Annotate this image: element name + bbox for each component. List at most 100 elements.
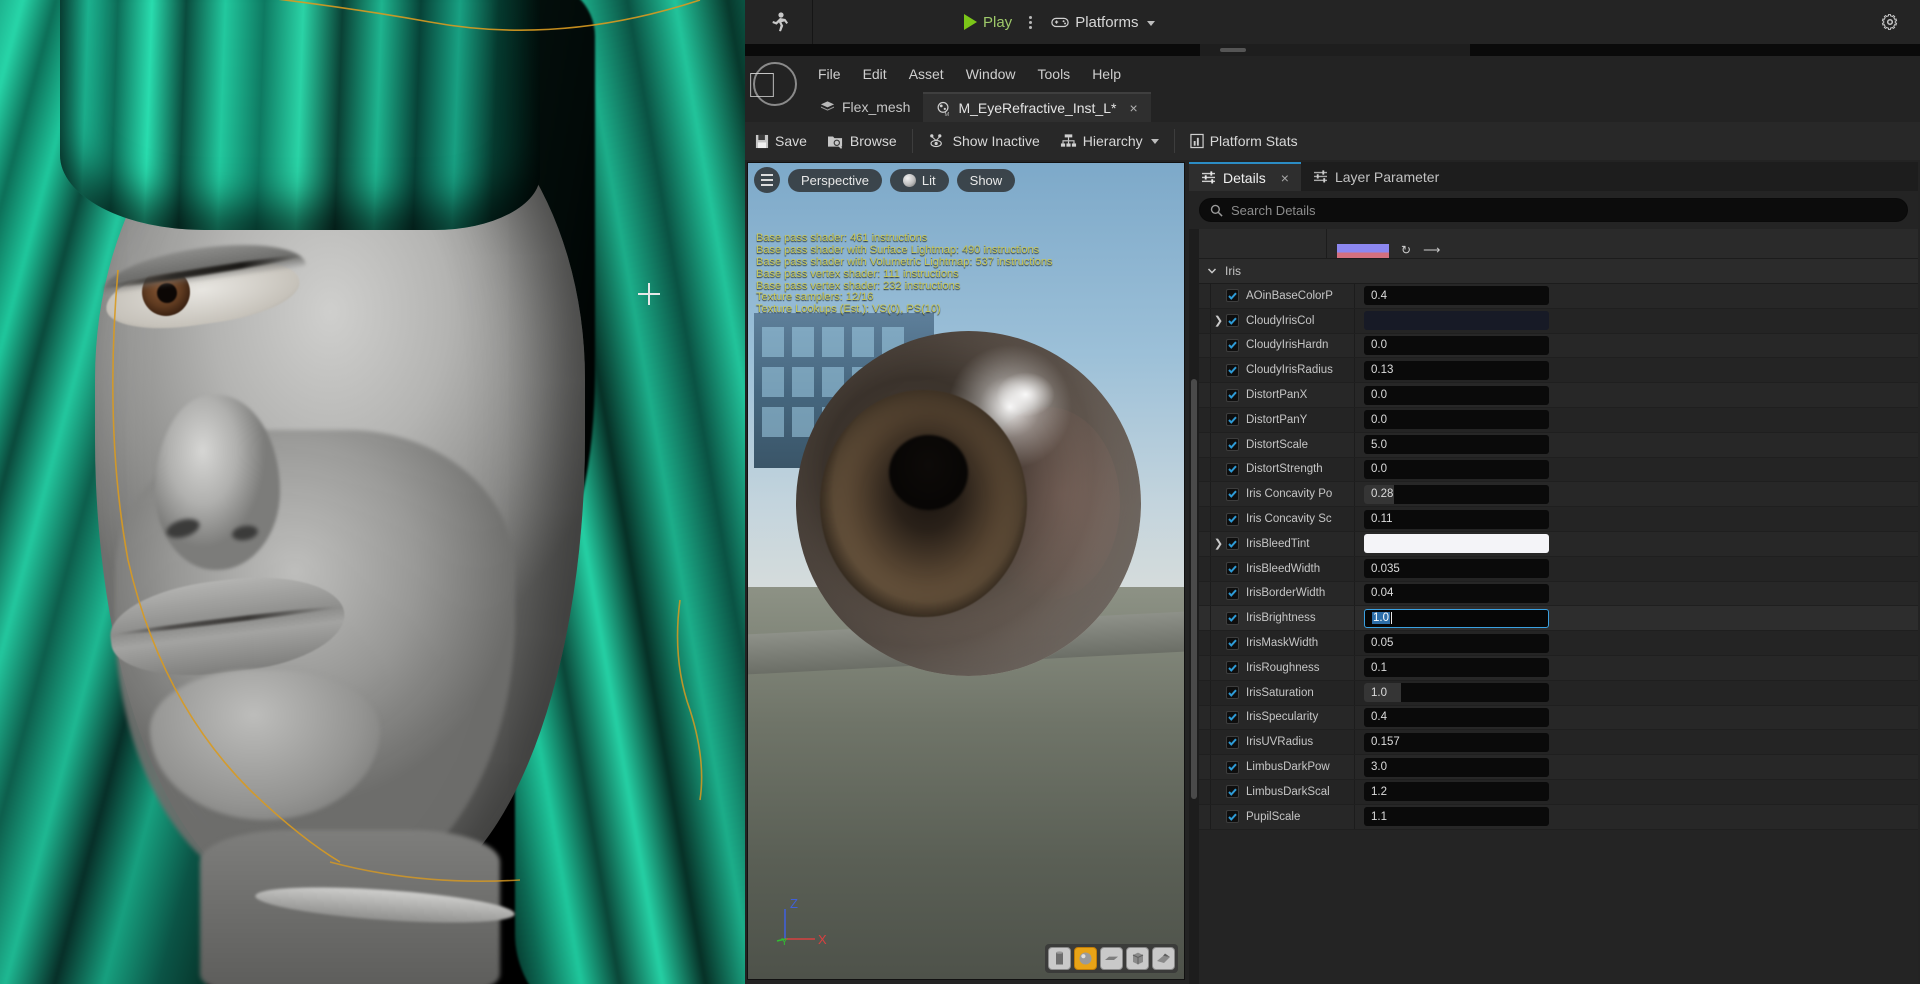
platforms-button[interactable]: Platforms (1043, 11, 1162, 34)
property-checkbox[interactable] (1226, 438, 1239, 451)
tab-details[interactable]: Details × (1189, 162, 1301, 191)
material-preview-viewport[interactable]: Perspective Lit Show Base pass shader: 4… (747, 162, 1185, 980)
property-value-input[interactable]: 0.0 (1364, 410, 1549, 429)
property-checkbox[interactable] (1226, 562, 1239, 575)
property-row-distortscale[interactable]: DistortScale 5.0 (1199, 433, 1918, 458)
property-row-distortstrength[interactable]: DistortStrength 0.0 (1199, 458, 1918, 483)
property-row-irisbrightness[interactable]: IrisBrightness 1.0 (1199, 606, 1918, 631)
property-value-input[interactable]: 0.0 (1364, 460, 1549, 479)
clipped-color-swatch[interactable] (1337, 244, 1389, 258)
property-value-input[interactable]: 0.04 (1364, 584, 1549, 603)
property-checkbox[interactable] (1226, 711, 1239, 724)
reset-arrow-icon[interactable]: ↻ (1401, 243, 1411, 257)
property-value-input[interactable]: 0.4 (1364, 708, 1549, 727)
play-options-kebab-button[interactable] (1022, 16, 1039, 29)
tab-flex-mesh[interactable]: Flex_mesh (807, 92, 923, 122)
property-row-distortpany[interactable]: DistortPanY 0.0 (1199, 408, 1918, 433)
search-details-input[interactable]: Search Details (1199, 198, 1908, 222)
details-scrollbar-thumb[interactable] (1191, 379, 1197, 799)
property-color-swatch[interactable] (1364, 311, 1549, 330)
character-render-viewport[interactable] (0, 0, 745, 984)
property-value-input[interactable]: 0.28 (1364, 485, 1549, 504)
property-checkbox[interactable] (1226, 488, 1239, 501)
expand-arrow-icon[interactable]: ❯ (1211, 537, 1226, 550)
menu-item-help[interactable]: Help (1081, 62, 1132, 86)
property-value-input-focused[interactable]: 1.0 (1364, 609, 1549, 628)
property-row-limbusdarkpow[interactable]: LimbusDarkPow 3.0 (1199, 755, 1918, 780)
property-row-irismaskwidth[interactable]: IrisMaskWidth 0.05 (1199, 631, 1918, 656)
property-row-irisbleedwidth[interactable]: IrisBleedWidth 0.035 (1199, 557, 1918, 582)
property-value-input[interactable]: 0.0 (1364, 386, 1549, 405)
property-value-input[interactable]: 0.11 (1364, 510, 1549, 529)
property-row-distortpanx[interactable]: DistortPanX 0.0 (1199, 383, 1918, 408)
property-color-swatch[interactable] (1364, 534, 1549, 553)
property-row-irisbleedtint[interactable]: ❯ IrisBleedTint (1199, 532, 1918, 557)
property-row-irisuvradius[interactable]: IrisUVRadius 0.157 (1199, 730, 1918, 755)
property-checkbox[interactable] (1226, 587, 1239, 600)
property-value-input[interactable]: 1.0 (1364, 683, 1549, 702)
property-row-irisspecularity[interactable]: IrisSpecularity 0.4 (1199, 706, 1918, 731)
property-row-irissaturation[interactable]: IrisSaturation 1.0 (1199, 681, 1918, 706)
property-checkbox[interactable] (1226, 761, 1239, 774)
property-value-input[interactable]: 1.2 (1364, 782, 1549, 801)
eyeball-preview-mesh[interactable] (796, 331, 1141, 676)
custom-mesh-preview-button[interactable] (1152, 947, 1175, 970)
browse-button[interactable]: Browse (817, 129, 907, 153)
property-checkbox[interactable] (1226, 785, 1239, 798)
menu-item-window[interactable]: Window (955, 62, 1027, 86)
details-scrollbar[interactable] (1189, 229, 1199, 984)
property-checkbox[interactable] (1226, 389, 1239, 402)
cube-preview-button[interactable] (1126, 947, 1149, 970)
tab-material-instance[interactable]: M M_EyeRefractive_Inst_L* × (923, 92, 1150, 122)
property-checkbox[interactable] (1226, 339, 1239, 352)
window-drag-strip[interactable] (745, 44, 1920, 56)
property-row-aoinbasecolorp[interactable]: AOinBaseColorP 0.4 (1199, 284, 1918, 309)
property-value-input[interactable]: 5.0 (1364, 435, 1549, 454)
menu-item-file[interactable]: File (807, 62, 852, 86)
property-value-input[interactable]: 0.0 (1364, 336, 1549, 355)
property-value-input[interactable]: 0.13 (1364, 361, 1549, 380)
property-checkbox[interactable] (1226, 736, 1239, 749)
property-value-input[interactable]: 0.05 (1364, 634, 1549, 653)
property-checkbox[interactable] (1226, 537, 1239, 550)
property-row-irisborderwidth[interactable]: IrisBorderWidth 0.04 (1199, 582, 1918, 607)
property-value-input[interactable]: 0.035 (1364, 559, 1549, 578)
property-value-input[interactable]: 0.157 (1364, 733, 1549, 752)
details-property-list[interactable]: ↻ ⟶ Iris (1189, 229, 1918, 984)
viewport-show-button[interactable]: Show (957, 169, 1016, 192)
property-checkbox[interactable] (1226, 413, 1239, 426)
property-row-cloudyiriscol[interactable]: ❯ CloudyIrisCol (1199, 309, 1918, 334)
property-row-limbusdarkscal[interactable]: LimbusDarkScal 1.2 (1199, 780, 1918, 805)
property-row-iris-concavity-scale[interactable]: Iris Concavity Sc 0.11 (1199, 507, 1918, 532)
property-checkbox[interactable] (1226, 612, 1239, 625)
menu-item-asset[interactable]: Asset (898, 62, 955, 86)
property-value-input[interactable]: 1.1 (1364, 807, 1549, 826)
property-row-cloudyirisradius[interactable]: CloudyIrisRadius 0.13 (1199, 358, 1918, 383)
eyedropper-icon[interactable]: ⟶ (1423, 243, 1440, 257)
property-checkbox[interactable] (1226, 463, 1239, 476)
category-row-iris[interactable]: Iris (1199, 259, 1918, 284)
plane-preview-button[interactable] (1100, 947, 1123, 970)
property-checkbox[interactable] (1226, 637, 1239, 650)
property-value-input[interactable]: 0.4 (1364, 286, 1549, 305)
property-row-irisroughness[interactable]: IrisRoughness 0.1 (1199, 656, 1918, 681)
sphere-preview-button[interactable] (1074, 947, 1097, 970)
property-checkbox[interactable] (1226, 686, 1239, 699)
viewport-perspective-button[interactable]: Perspective (788, 169, 882, 192)
tab-close-icon[interactable]: × (1129, 100, 1137, 116)
property-value-input[interactable]: 3.0 (1364, 758, 1549, 777)
tab-layer-parameter[interactable]: Layer Parameter (1301, 162, 1451, 191)
play-button[interactable]: Play (958, 11, 1018, 34)
settings-cell[interactable] (1860, 13, 1920, 31)
expand-arrow-icon[interactable]: ❯ (1211, 314, 1226, 327)
viewport-menu-button[interactable] (754, 167, 780, 193)
property-row-iris-concavity-power[interactable]: Iris Concavity Po 0.28 (1199, 482, 1918, 507)
hierarchy-button[interactable]: Hierarchy (1050, 129, 1169, 153)
run-icon-cell[interactable] (745, 0, 813, 44)
property-row-cloudyirishardn[interactable]: CloudyIrisHardn 0.0 (1199, 334, 1918, 359)
cylinder-preview-button[interactable] (1048, 947, 1071, 970)
property-checkbox[interactable] (1226, 513, 1239, 526)
property-checkbox[interactable] (1226, 364, 1239, 377)
viewport-lit-button[interactable]: Lit (890, 169, 949, 192)
property-checkbox[interactable] (1226, 289, 1239, 302)
